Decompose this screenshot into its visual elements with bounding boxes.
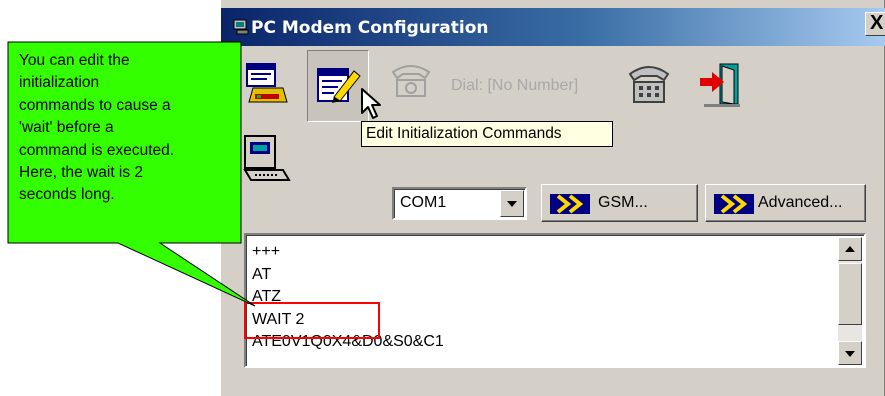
advanced-button-label: Advanced... xyxy=(758,194,843,211)
dial-phone-icon xyxy=(391,65,431,97)
dial-button[interactable] xyxy=(381,50,443,122)
gsm-button-label: GSM... xyxy=(598,194,648,211)
callout-line: command is executed. xyxy=(19,141,175,159)
callout-line: initialization xyxy=(19,74,100,92)
chevron-down-icon[interactable] xyxy=(500,190,524,217)
tooltip: Edit Initialization Commands xyxy=(361,121,613,147)
close-button[interactable]: X xyxy=(865,12,885,36)
telephone-button[interactable] xyxy=(618,50,680,122)
callout-line: seconds long. xyxy=(19,186,115,204)
scroll-down-arrow-icon[interactable] xyxy=(838,341,862,365)
scroll-up-arrow-icon[interactable] xyxy=(838,237,862,261)
com-port-value: COM1 xyxy=(400,194,447,211)
vertical-scrollbar[interactable] xyxy=(838,237,862,365)
double-chevron-icon xyxy=(550,194,590,214)
callout-text: You can edit the initialization commands… xyxy=(19,50,235,207)
callout-line: 'wait' before a xyxy=(19,119,114,137)
advanced-button[interactable]: Advanced... xyxy=(705,184,866,222)
dial-number-label: Dial: [No Number] xyxy=(451,77,579,94)
com-port-select[interactable]: COM1 xyxy=(392,187,527,220)
exit-door-icon xyxy=(700,63,740,107)
exit-button[interactable] xyxy=(690,50,752,122)
telephone-icon xyxy=(628,66,670,103)
double-chevron-icon xyxy=(714,194,754,214)
callout-line: You can edit the xyxy=(19,52,130,69)
callout-line: Here, the wait is 2 xyxy=(19,164,144,182)
scrollbar-thumb[interactable] xyxy=(838,263,862,325)
callout-line: commands to cause a xyxy=(19,96,171,114)
gsm-button[interactable]: GSM... xyxy=(541,184,698,222)
